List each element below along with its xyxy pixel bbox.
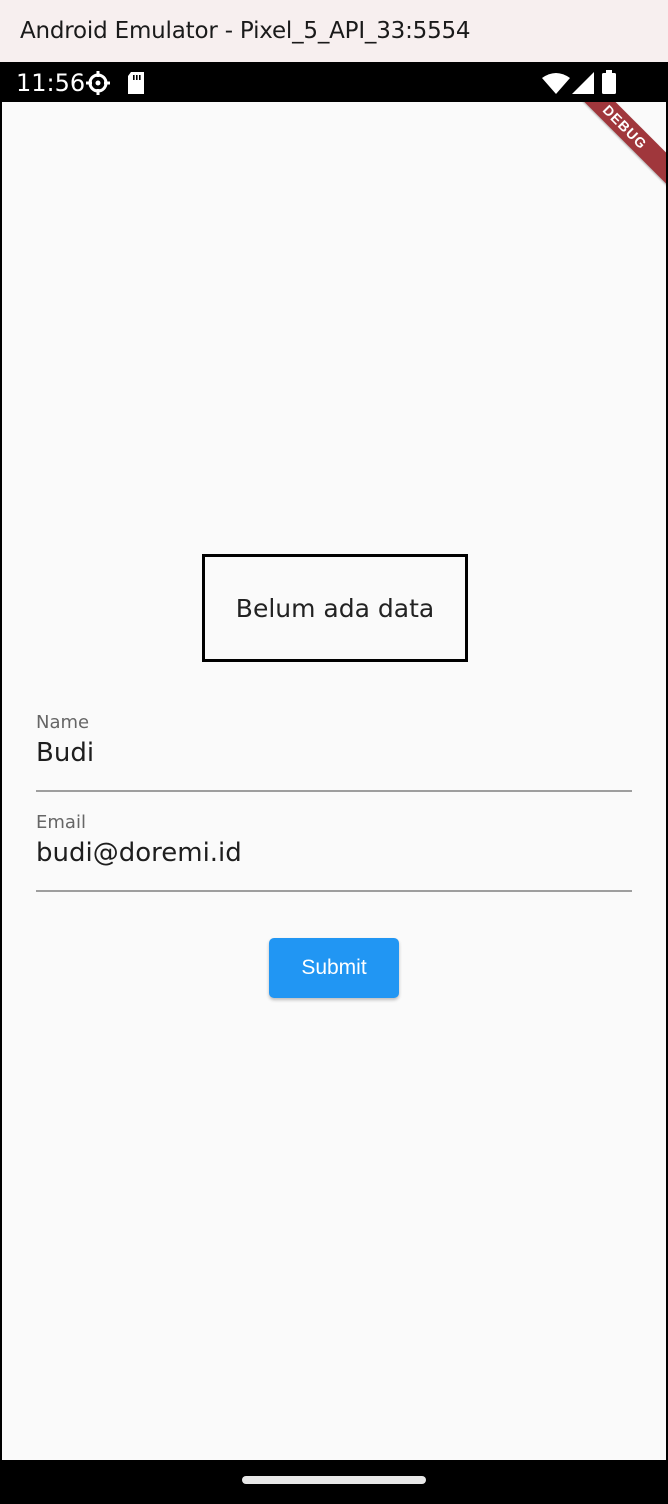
name-field[interactable]: Name Budi (36, 702, 632, 792)
cell-signal-icon (572, 72, 594, 99)
frame-edge-left (0, 62, 2, 1504)
data-display-box: Belum ada data (202, 554, 468, 662)
debug-banner: DEBUG (557, 102, 666, 195)
submit-button[interactable]: Submit (269, 938, 399, 998)
email-field-value[interactable]: budi@doremi.id (36, 838, 242, 868)
email-field-underline (36, 890, 632, 892)
name-field-underline (36, 790, 632, 792)
email-field[interactable]: Email budi@doremi.id (36, 802, 632, 892)
battery-icon (602, 70, 616, 99)
window-title-bar: Android Emulator - Pixel_5_API_33:5554 (0, 0, 668, 62)
sd-card-icon (126, 72, 146, 99)
data-display-text: Belum ada data (235, 593, 435, 623)
app-screen: DEBUG Belum ada data Name Budi Email bud… (2, 102, 666, 1460)
home-gesture-handle[interactable] (242, 1476, 426, 1484)
email-field-label: Email (36, 812, 86, 833)
wifi-icon (542, 72, 570, 99)
settings-gear-icon (86, 71, 110, 100)
status-bar: 11:56 (2, 62, 666, 102)
name-field-value[interactable]: Budi (36, 738, 94, 768)
navigation-bar (2, 1460, 666, 1504)
name-field-label: Name (36, 712, 90, 733)
status-time: 11:56 (16, 69, 86, 97)
window-title: Android Emulator - Pixel_5_API_33:5554 (20, 18, 471, 44)
